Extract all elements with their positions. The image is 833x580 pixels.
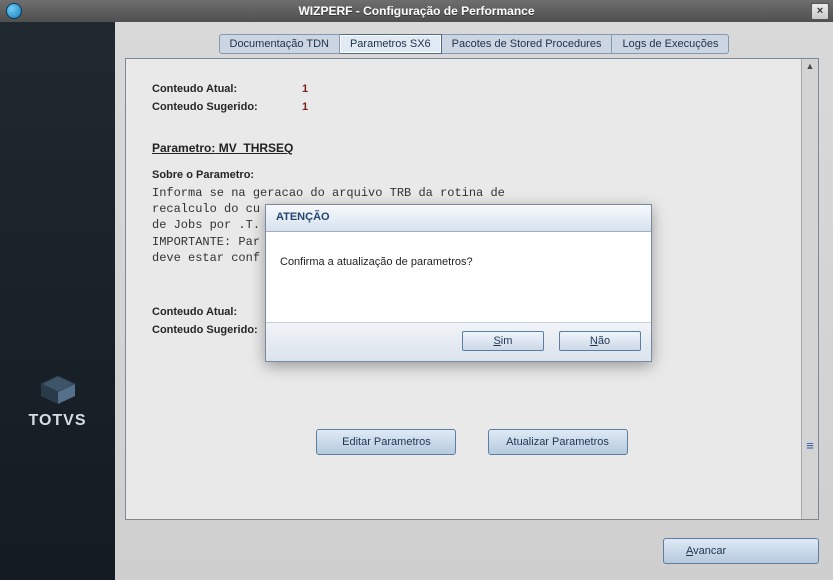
close-icon[interactable]: × xyxy=(811,3,829,20)
conteudo-sugerido-label: Conteudo Sugerido: xyxy=(152,101,302,113)
tab-parametros-sx6[interactable]: Parametros SX6 xyxy=(340,34,442,54)
no-hotkey: N xyxy=(590,335,598,347)
parametro-name: MV_THRSEQ xyxy=(219,141,294,155)
tab-logs-execucoes[interactable]: Logs de Execuções xyxy=(612,34,729,54)
tab-bar: Documentação TDN Parametros SX6 Pacotes … xyxy=(115,34,833,54)
editar-parametros-button[interactable]: Editar Parametros xyxy=(316,429,456,455)
titlebar: WIZPERF - Configuração de Performance × xyxy=(0,0,833,22)
parametro-heading: Parametro: MV_THRSEQ xyxy=(152,141,792,155)
parametro-prefix: Parametro: xyxy=(152,141,215,155)
app-window: WIZPERF - Configuração de Performance × … xyxy=(0,0,833,580)
brand-logo: TOTVS xyxy=(0,374,115,430)
dialog-message: Confirma a atualização de parametros? xyxy=(266,232,651,322)
cube-icon xyxy=(37,374,79,406)
conteudo-sugerido-row: Conteudo Sugerido: 1 xyxy=(152,101,792,113)
scroll-indicator-icon[interactable]: ≡ xyxy=(802,439,818,453)
tab-stored-procedures[interactable]: Pacotes de Stored Procedures xyxy=(442,34,613,54)
atualizar-parametros-button[interactable]: Atualizar Parametros xyxy=(488,429,628,455)
yes-label: im xyxy=(501,335,513,347)
sobre-label: Sobre o Parametro: xyxy=(152,169,792,181)
dialog-no-button[interactable]: Não xyxy=(559,331,641,351)
scroll-up-icon[interactable]: ▲ xyxy=(802,59,818,73)
panel-actions: Editar Parametros Atualizar Parametros xyxy=(126,429,818,455)
dialog-footer: Sim Não xyxy=(266,322,651,361)
tab-documentacao-tdn[interactable]: Documentação TDN xyxy=(219,34,340,54)
scrollbar[interactable]: ▲ ≡ xyxy=(801,59,818,519)
confirm-dialog: ATENÇÃO Confirma a atualização de parame… xyxy=(265,204,652,362)
dialog-title: ATENÇÃO xyxy=(266,205,651,232)
conteudo-sugerido-value: 1 xyxy=(302,101,308,113)
dialog-yes-button[interactable]: Sim xyxy=(462,331,544,351)
conteudo-atual-row: Conteudo Atual: 1 xyxy=(152,83,792,95)
avancar-button[interactable]: Avancar xyxy=(663,538,819,564)
avancar-label: vancar xyxy=(693,545,726,557)
no-label: ão xyxy=(598,335,610,347)
conteudo-atual-value: 1 xyxy=(302,83,308,95)
sidebar: TOTVS xyxy=(0,22,115,580)
conteudo-atual-label: Conteudo Atual: xyxy=(152,83,302,95)
brand-text: TOTVS xyxy=(0,412,115,430)
window-title: WIZPERF - Configuração de Performance xyxy=(0,4,833,18)
yes-hotkey: S xyxy=(493,335,500,347)
